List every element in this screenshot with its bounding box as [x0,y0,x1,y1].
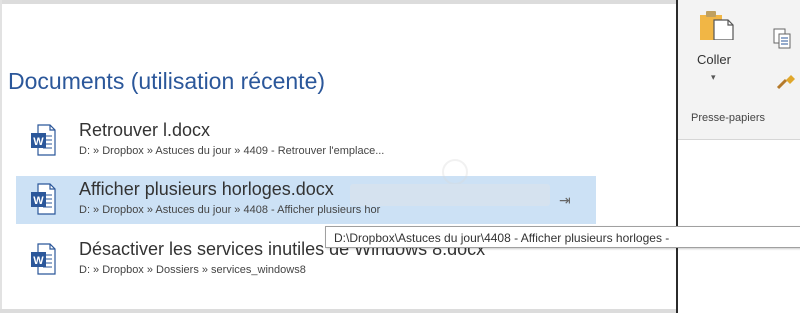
watermark-image [350,159,550,206]
document-path: D: » Dropbox » Dossiers » services_windo… [79,264,306,276]
word-document-icon: W [31,124,56,156]
left-border [0,0,2,313]
recent-documents-title: Documents (utilisation récente) [8,68,326,94]
clipboard-group-label: Presse-papiers [691,112,765,124]
document-name: Retrouver l.docx [79,120,211,140]
ribbon-separator [678,139,800,140]
recent-documents-panel: Documents (utilisation récente) W Retrou… [0,0,676,313]
format-painter-icon[interactable] [776,72,800,90]
document-path: D: » Dropbox » Astuces du jour » 4409 - … [79,145,385,157]
paste-dropdown-arrow[interactable]: ▾ [711,72,716,83]
bottom-border [0,309,676,313]
paste-icon[interactable] [700,10,734,40]
svg-text:W: W [33,255,44,267]
clipboard-ribbon-group: Coller ▾ Presse-papiers [678,0,800,313]
file-path-tooltip: D:\Dropbox\Astuces du jour\4408 - Affich… [325,226,800,248]
copy-icon[interactable] [773,28,793,50]
svg-text:W: W [33,136,44,148]
paste-button-label[interactable]: Coller [697,52,731,67]
word-document-icon: W [31,183,56,215]
document-name: Afficher plusieurs horloges.docx [79,179,334,199]
svg-text:W: W [33,195,44,207]
top-border [0,0,676,4]
word-document-icon: W [31,243,56,275]
